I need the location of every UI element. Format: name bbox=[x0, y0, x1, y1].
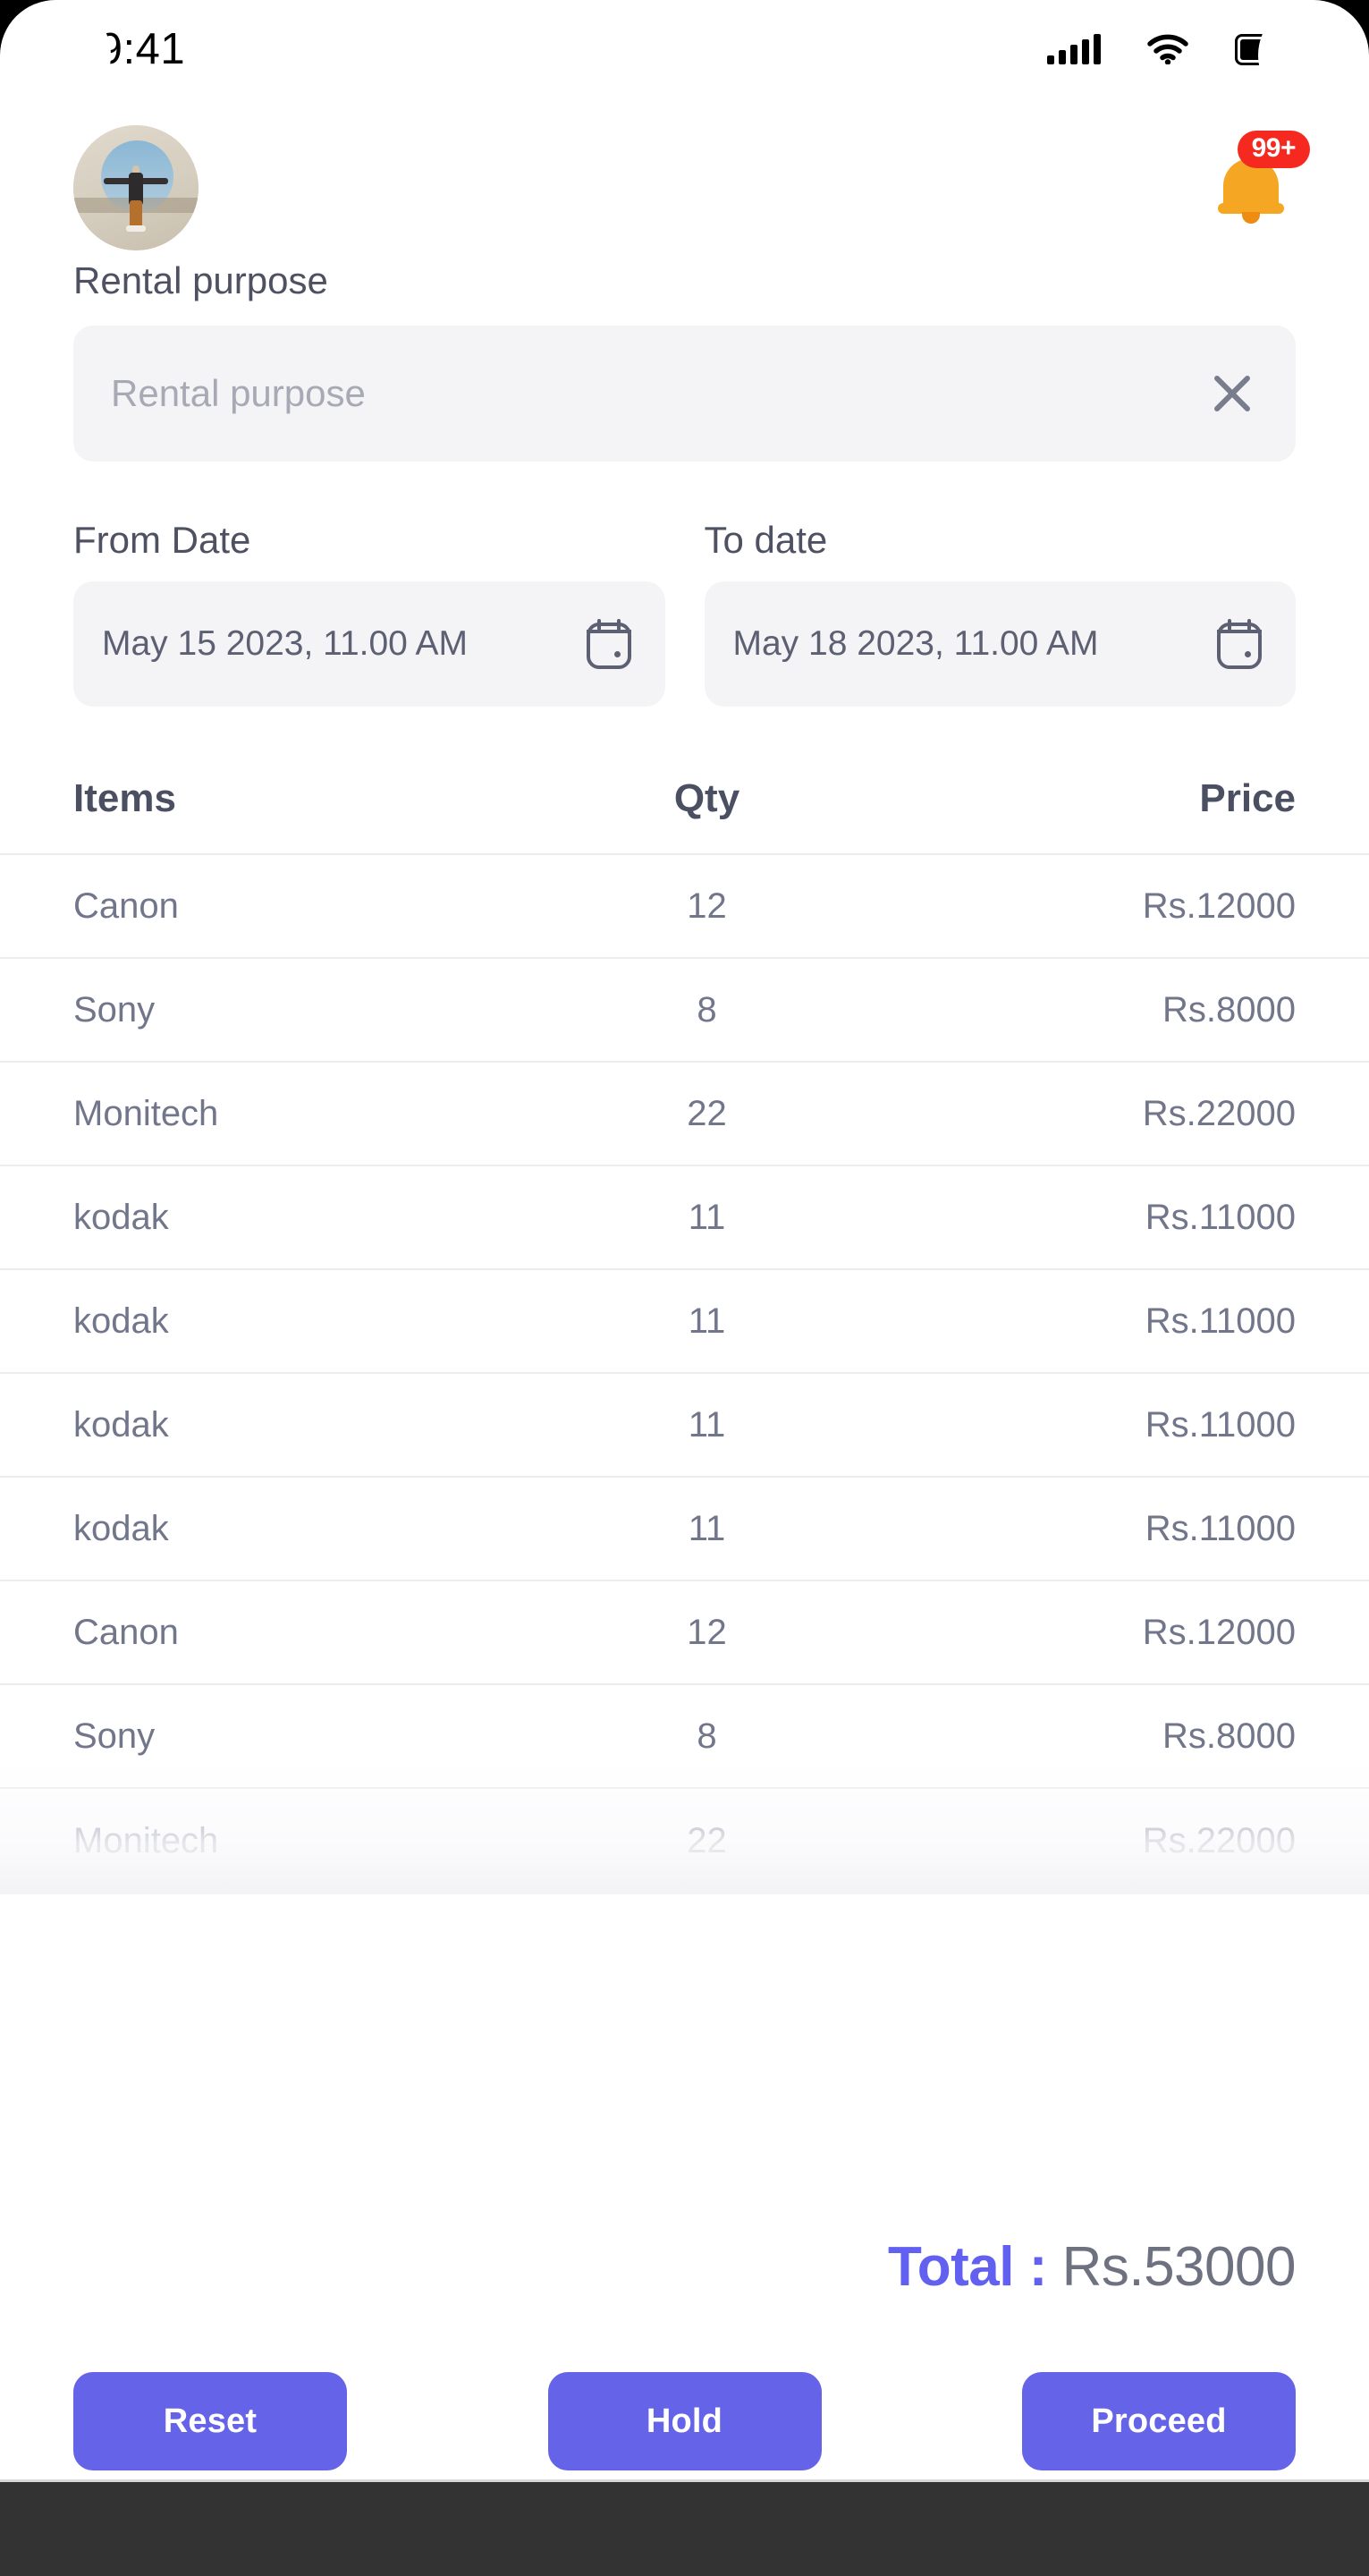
from-date-group: From Date May 15 2023, 11.00 AM bbox=[73, 519, 665, 707]
from-date-input[interactable]: May 15 2023, 11.00 AM bbox=[73, 581, 665, 707]
cell-qty: 22 bbox=[687, 1820, 727, 1860]
total-row: Total : Rs.53000 bbox=[0, 2235, 1369, 2299]
table-body[interactable]: Canon 12 Rs.12000 Sony 8 Rs.8000 Monitech 22 Rs.… bbox=[0, 853, 1369, 1893]
table-row[interactable]: kodak 11 Rs.11000 bbox=[0, 1374, 1369, 1478]
items-table: Items Qty Price Canon 12 Rs.12000 Sony 8 Rs.8… bbox=[0, 776, 1369, 1894]
hold-button[interactable]: Hold bbox=[547, 2372, 822, 2470]
table-row[interactable]: kodak 11 Rs.11000 bbox=[0, 1270, 1369, 1374]
from-date-value: May 15 2023, 11.00 AM bbox=[102, 624, 469, 663]
table-row[interactable]: Canon 12 Rs.12000 bbox=[0, 855, 1369, 959]
cell-item: kodak bbox=[73, 1301, 169, 1341]
status-time: 09:41 bbox=[73, 25, 186, 73]
table-row[interactable]: Sony 8 Rs.8000 bbox=[0, 959, 1369, 1063]
to-date-value: May 18 2023, 11.00 AM bbox=[732, 624, 1099, 663]
table-row[interactable]: kodak 11 Rs.11000 bbox=[0, 1478, 1369, 1581]
table-row[interactable]: Monitech 22 Rs.22000 bbox=[0, 1063, 1369, 1166]
to-date-group: To date May 18 2023, 11.00 AM bbox=[704, 519, 1296, 707]
from-date-label: From Date bbox=[73, 519, 251, 561]
calendar-icon[interactable] bbox=[1215, 619, 1263, 669]
cell-price: Rs.11000 bbox=[1145, 1197, 1296, 1237]
cell-qty: 12 bbox=[687, 1612, 727, 1652]
main-content: Rental purpose Rental purpose From Date … bbox=[0, 259, 1369, 1894]
cell-item: Sony bbox=[73, 989, 156, 1030]
reset-button[interactable]: Reset bbox=[73, 2372, 347, 2470]
table-header-row: Items Qty Price bbox=[0, 776, 1369, 853]
app-header: 99+ bbox=[0, 116, 1369, 259]
cell-item: Sony bbox=[73, 1716, 156, 1756]
cell-qty: 11 bbox=[688, 1508, 726, 1548]
to-date-label: To date bbox=[704, 519, 828, 561]
table-row[interactable]: Sony 8 Rs.8000 bbox=[0, 1685, 1369, 1789]
table-row[interactable]: Canon 12 Rs.12000 bbox=[0, 1581, 1369, 1685]
total-label: Total : bbox=[887, 2236, 1047, 2298]
status-bar: 09:41 bbox=[0, 0, 1369, 98]
cell-qty: 11 bbox=[688, 1404, 726, 1445]
avatar[interactable] bbox=[73, 125, 199, 250]
date-range-row: From Date May 15 2023, 11.00 AM To date … bbox=[0, 519, 1369, 707]
cell-qty: 8 bbox=[697, 989, 717, 1030]
status-icon-group bbox=[1047, 33, 1305, 65]
cell-item: Monitech bbox=[73, 1093, 219, 1133]
cell-item: kodak bbox=[73, 1197, 169, 1237]
cell-item: Monitech bbox=[73, 1820, 219, 1860]
cell-price: Rs.11000 bbox=[1145, 1301, 1296, 1341]
rental-purpose-placeholder: Rental purpose bbox=[111, 372, 366, 414]
action-buttons: Reset Hold Proceed bbox=[0, 2372, 1369, 2470]
phone-screen: 09:41 99+ Rental purpose Rental purpose … bbox=[0, 0, 1369, 2576]
home-indicator-bar bbox=[0, 2479, 1369, 2576]
notification-badge: 99+ bbox=[1237, 131, 1310, 168]
column-header-qty: Qty bbox=[673, 776, 740, 820]
cell-item: kodak bbox=[73, 1508, 169, 1548]
total-value: Rs.53000 bbox=[1061, 2236, 1297, 2298]
column-header-price: Price bbox=[1199, 776, 1296, 820]
to-date-input[interactable]: May 18 2023, 11.00 AM bbox=[704, 581, 1296, 707]
close-x-icon[interactable] bbox=[1204, 366, 1260, 421]
cell-price: Rs.22000 bbox=[1142, 1820, 1296, 1860]
cell-price: Rs.8000 bbox=[1162, 989, 1296, 1030]
cell-qty: 8 bbox=[697, 1716, 717, 1756]
calendar-icon[interactable] bbox=[585, 619, 633, 669]
battery-full-icon bbox=[1235, 33, 1305, 65]
cell-qty: 11 bbox=[688, 1197, 726, 1237]
rental-purpose-input[interactable]: Rental purpose bbox=[73, 326, 1296, 462]
cell-qty: 12 bbox=[687, 886, 727, 926]
cell-price: Rs.12000 bbox=[1142, 886, 1296, 926]
cell-qty: 22 bbox=[687, 1093, 727, 1133]
proceed-button[interactable]: Proceed bbox=[1022, 2372, 1296, 2470]
cell-item: Canon bbox=[73, 886, 179, 926]
rental-purpose-label: Rental purpose bbox=[73, 259, 328, 301]
cell-price: Rs.11000 bbox=[1145, 1404, 1296, 1445]
cell-price: Rs.12000 bbox=[1142, 1612, 1296, 1652]
cell-price: Rs.8000 bbox=[1162, 1716, 1296, 1756]
cellular-signal-icon bbox=[1047, 33, 1101, 64]
wifi-icon bbox=[1147, 34, 1188, 64]
footer-bar: Total : Rs.53000 Reset Hold Proceed bbox=[0, 2235, 1369, 2470]
cell-qty: 11 bbox=[688, 1301, 726, 1341]
notification-button[interactable]: 99+ bbox=[1197, 131, 1310, 242]
column-header-items: Items bbox=[73, 776, 176, 820]
cell-price: Rs.11000 bbox=[1145, 1508, 1296, 1548]
table-row[interactable]: Monitech 22 Rs.22000 bbox=[0, 1789, 1369, 1893]
cell-item: Canon bbox=[73, 1612, 179, 1652]
cell-price: Rs.22000 bbox=[1142, 1093, 1296, 1133]
cell-item: kodak bbox=[73, 1404, 169, 1445]
table-row[interactable]: kodak 11 Rs.11000 bbox=[0, 1166, 1369, 1270]
